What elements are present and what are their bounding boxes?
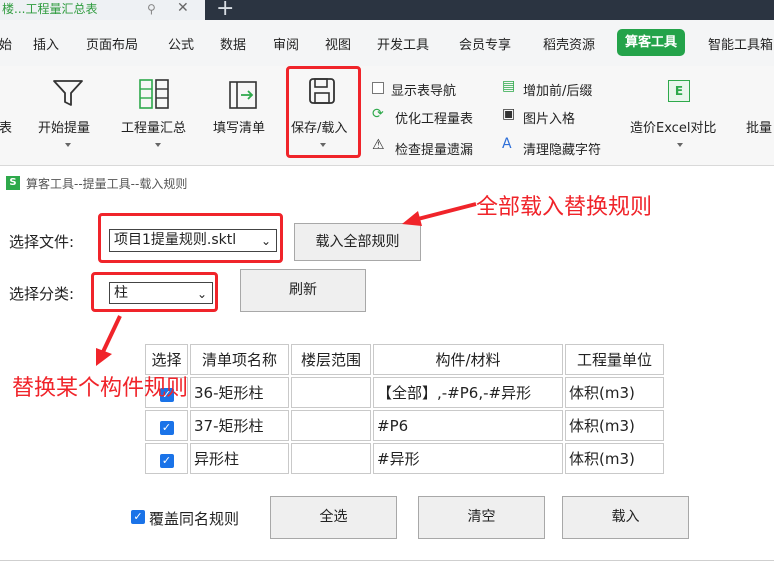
menu-smart-toolbox[interactable]: 智能工具箱 [708,34,773,53]
check-omission-button[interactable]: 检查提量遗漏 [395,139,473,158]
cell-unit[interactable]: 体积(m3) [565,443,664,474]
document-tab-title: 楼...工程量汇总表 [2,2,98,16]
new-tab-icon[interactable]: + [216,0,234,21]
pin-icon[interactable]: ⚲ [147,0,156,18]
menu-formula[interactable]: 公式 [168,34,194,53]
table-row[interactable]: ✓ 36-矩形柱 【全部】,-#P6,-#异形 体积(m3) [145,377,664,408]
menu-suanke-tools[interactable]: 算客工具 [617,29,686,56]
menu-developer[interactable]: 开发工具 [377,34,429,53]
clean-chars-icon: A [502,136,512,152]
batch-button[interactable]: 批量 [746,117,772,136]
header-component: 构件/材料 [373,344,563,375]
clean-hidden-chars-button[interactable]: 清理隐藏字符 [523,139,601,158]
ribbon-cut-label[interactable]: 表 [0,117,12,136]
rules-table: 选择 清单项名称 楼层范围 构件/材料 工程量单位 ✓ 36-矩形柱 【全部】,… [143,342,666,476]
cell-name[interactable]: 异形柱 [190,443,289,474]
ribbon [0,66,774,166]
refresh-button[interactable]: 刷新 [240,269,366,312]
annotation-load-all: 全部载入替换规则 [476,195,653,220]
menu-member[interactable]: 会员专享 [459,34,511,53]
cell-name[interactable]: 36-矩形柱 [190,377,289,408]
show-nav-label[interactable]: 显示表导航 [391,80,456,99]
arrow-replace-one-icon [88,312,128,372]
app-logo-icon: S [6,176,20,190]
cell-component[interactable]: 【全部】,-#P6,-#异形 [373,377,563,408]
menu-review[interactable]: 审阅 [273,34,299,53]
document-tab[interactable]: 楼...工程量汇总表 ⚲ ✕ [0,0,205,20]
category-select-value: 柱 [114,285,128,301]
file-select[interactable]: 项目1提量规则.sktl ⌄ [109,229,277,252]
row-checkbox-cell[interactable]: ✓ [145,443,188,474]
clear-button[interactable]: 清空 [418,496,545,539]
row-checkbox[interactable]: ✓ [159,420,174,435]
save-load-button[interactable]: 保存/载入 [291,117,347,136]
load-button[interactable]: 载入 [562,496,689,539]
table-row[interactable]: ✓ 37-矩形柱 #P6 体积(m3) [145,410,664,441]
menu-page-layout[interactable]: 页面布局 [86,34,138,53]
summary-button[interactable]: 工程量汇总 [121,117,186,136]
file-select-value: 项目1提量规则.sktl [114,232,237,248]
close-icon[interactable]: ✕ [177,0,189,17]
category-label: 选择分类: [9,285,75,303]
warning-icon: ⚠ [372,137,385,153]
file-label: 选择文件: [9,233,75,251]
save-icon [307,76,337,110]
menu-insert[interactable]: 插入 [33,34,59,53]
menu-view[interactable]: 视图 [325,34,351,53]
cell-unit[interactable]: 体积(m3) [565,377,664,408]
summary-icon [138,78,172,114]
add-affix-icon: ▤ [502,78,516,94]
menu-data[interactable]: 数据 [220,34,246,53]
table-header-row: 选择 清单项名称 楼层范围 构件/材料 工程量单位 [145,344,664,375]
header-unit: 工程量单位 [565,344,664,375]
row-checkbox[interactable]: ✓ [159,453,174,468]
header-floor-range: 楼层范围 [291,344,371,375]
row-checkbox-cell[interactable]: ✓ [145,410,188,441]
annotation-replace-one: 替换某个构件规则 [12,376,189,401]
header-item-name: 清单项名称 [190,344,289,375]
cell-unit[interactable]: 体积(m3) [565,410,664,441]
override-label[interactable]: 覆盖同名规则 [149,508,239,529]
optimize-icon: ⟳ [372,106,384,122]
override-checkbox[interactable]: ✓ [131,510,145,524]
menu-docer[interactable]: 稻壳资源 [543,34,595,53]
image-in-cell-button[interactable]: 图片入格 [523,108,575,127]
arrow-load-all-icon [400,198,480,234]
excel-compare-icon: E [668,80,690,102]
show-nav-checkbox[interactable] [372,82,384,94]
menu-start[interactable]: 始 [0,34,12,53]
start-extract-button[interactable]: 开始提量 [38,117,90,136]
cell-name[interactable]: 37-矩形柱 [190,410,289,441]
excel-compare-dropdown-icon[interactable] [677,143,683,147]
save-load-dropdown-icon[interactable] [320,143,326,147]
fill-list-button[interactable]: 填写清单 [213,117,265,136]
excel-compare-button[interactable]: 造价Excel对比 [630,117,716,136]
table-row[interactable]: ✓ 异形柱 #异形 体积(m3) [145,443,664,474]
image-cell-icon: ▣ [502,106,516,122]
cell-component[interactable]: #异形 [373,443,563,474]
cell-floor[interactable] [291,377,371,408]
filter-icon [52,78,84,112]
chevron-down-icon: ⌄ [196,287,207,301]
chevron-down-icon: ⌄ [260,234,271,248]
cell-floor[interactable] [291,443,371,474]
bottom-divider [0,560,774,561]
cell-floor[interactable] [291,410,371,441]
optimize-table-button[interactable]: 优化工程量表 [395,108,473,127]
category-select[interactable]: 柱 ⌄ [109,282,213,304]
fill-list-icon [228,80,260,114]
cell-component[interactable]: #P6 [373,410,563,441]
start-extract-dropdown-icon[interactable] [65,143,71,147]
summary-dropdown-icon[interactable] [155,143,161,147]
dialog-title: 算客工具--提量工具--载入规则 [26,177,188,191]
add-affix-button[interactable]: 增加前/后缀 [523,80,592,99]
select-all-button[interactable]: 全选 [270,496,397,539]
